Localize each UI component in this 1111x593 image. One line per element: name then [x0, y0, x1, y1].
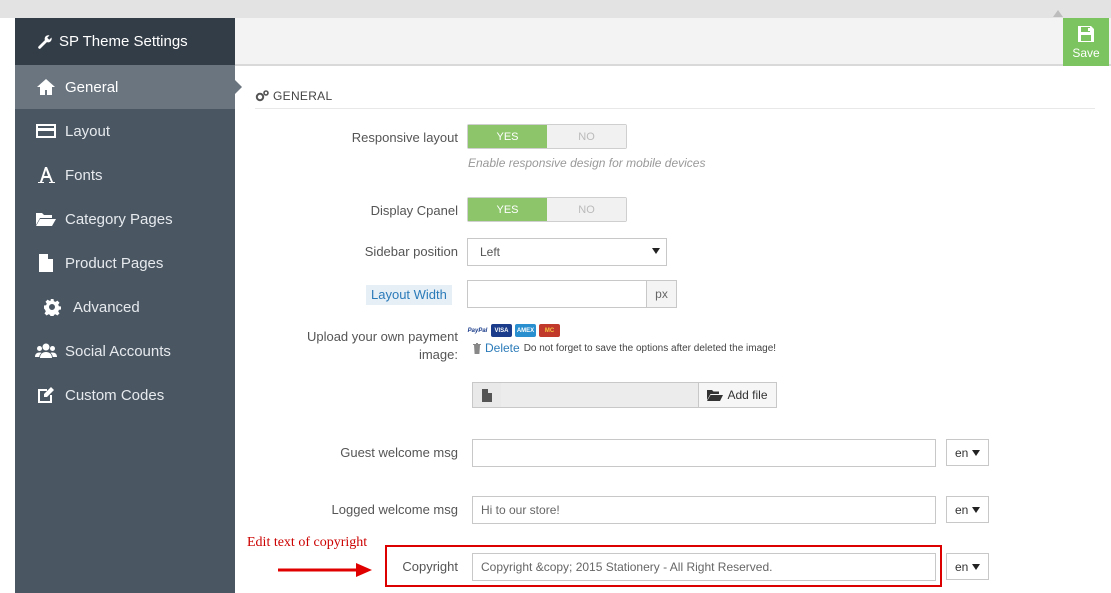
sidebar-item-label: Fonts [65, 166, 103, 184]
responsive-layout-label: Responsive layout [351, 130, 458, 145]
caret-down-icon [652, 248, 660, 254]
add-file-label: Add file [727, 388, 768, 402]
sidebar-item-general[interactable]: General [15, 65, 242, 109]
logged-welcome-label: Logged welcome msg [331, 502, 458, 517]
caret-down-icon [972, 449, 981, 456]
file-icon-box [472, 382, 502, 408]
display-cpanel-toggle[interactable]: YES NO [467, 197, 627, 222]
toggle-no[interactable]: NO [547, 125, 626, 148]
sidebar-item-advanced[interactable]: Advanced [15, 285, 235, 329]
responsive-layout-toggle[interactable]: YES NO [467, 124, 627, 149]
delete-note: Do not forget to save the options after … [523, 342, 777, 354]
logged-welcome-lang-select[interactable]: en [946, 496, 989, 523]
file-name-field[interactable] [501, 382, 699, 408]
layout-width-label: Layout Width [366, 285, 452, 305]
sidebar-item-label: General [65, 78, 119, 96]
logged-welcome-input[interactable]: Hi to our store! [472, 496, 936, 524]
payment-image-label-line1: Upload your own payment [306, 329, 458, 344]
toolbar: Save [235, 18, 1111, 66]
file-icon [482, 388, 492, 402]
save-button[interactable]: Save [1063, 18, 1109, 66]
sidebar-item-label: Custom Codes [65, 386, 165, 404]
mastercard-card: MC [539, 324, 560, 337]
toggle-yes[interactable]: YES [468, 125, 547, 148]
sidebar-item-label: Social Accounts [65, 342, 171, 360]
sidebar-position-value: Left [480, 245, 501, 259]
section-title: GENERAL [273, 89, 333, 103]
folder-open-icon [35, 209, 57, 229]
payment-cards-image: PayPal VISA AMEX MC [467, 324, 560, 337]
guest-welcome-lang-select[interactable]: en [946, 439, 989, 466]
amex-card: AMEX [515, 324, 536, 337]
payment-image-label: Upload your own payment image: [280, 328, 458, 364]
payment-image-label-line2: image: [418, 347, 458, 362]
sidebar-item-label: Category Pages [65, 210, 173, 228]
trash-icon [473, 343, 481, 354]
guest-welcome-input[interactable] [472, 439, 936, 467]
guest-welcome-label: Guest welcome msg [340, 445, 458, 460]
font-a-icon [35, 165, 57, 185]
layout-width-input[interactable] [467, 280, 647, 308]
folder-open-icon [707, 390, 724, 401]
annotation-highlight-box [385, 545, 942, 587]
sidebar-item-label: Product Pages [65, 254, 164, 272]
add-file-button[interactable]: Add file [698, 382, 777, 408]
toggle-yes[interactable]: YES [468, 198, 547, 221]
section-header: GENERAL [255, 84, 1095, 109]
sidebar-item-fonts[interactable]: Fonts [15, 153, 235, 197]
cogs-icon [255, 90, 269, 102]
gear-icon [41, 297, 63, 317]
home-icon [35, 77, 57, 97]
delete-row: Delete Do not forget to save the options… [472, 341, 776, 355]
toggle-no[interactable]: NO [547, 198, 626, 221]
sidebar: SP Theme Settings General Layout Fonts C… [15, 18, 242, 593]
sidebar-title: SP Theme Settings [15, 18, 235, 65]
sidebar-item-layout[interactable]: Layout [15, 109, 235, 153]
lang-value: en [955, 502, 969, 517]
lang-value: en [955, 445, 969, 460]
lang-value: en [955, 559, 969, 574]
sidebar-item-social-accounts[interactable]: Social Accounts [15, 329, 235, 373]
caret-down-icon [972, 506, 981, 513]
visa-card: VISA [491, 324, 512, 337]
copyright-lang-select[interactable]: en [946, 553, 989, 580]
users-icon [35, 341, 57, 361]
sidebar-position-select[interactable]: Left [467, 238, 667, 266]
sidebar-item-category-pages[interactable]: Category Pages [15, 197, 235, 241]
px-addon: px [646, 280, 677, 308]
sidebar-item-product-pages[interactable]: Product Pages [15, 241, 235, 285]
file-text-icon [35, 253, 57, 273]
sidebar-item-custom-codes[interactable]: Custom Codes [15, 373, 235, 417]
paypal-card: PayPal [467, 324, 488, 337]
chevron-up-icon [1053, 10, 1063, 17]
layout-card-icon [35, 121, 57, 141]
sidebar-item-label: Advanced [73, 298, 140, 316]
display-cpanel-label: Display Cpanel [370, 203, 458, 218]
sidebar-position-label: Sidebar position [364, 244, 458, 259]
save-label: Save [1072, 45, 1100, 60]
sidebar-item-label: Layout [65, 122, 111, 140]
responsive-help-text: Enable responsive design for mobile devi… [468, 156, 706, 170]
annotation-arrow-icon [278, 563, 372, 577]
caret-down-icon [972, 563, 981, 570]
top-strip [0, 0, 1111, 18]
delete-link[interactable]: Delete [485, 341, 520, 355]
floppy-disk-icon [1078, 25, 1094, 42]
annotation-text: Edit text of copyright [247, 535, 368, 550]
wrench-icon [37, 34, 53, 50]
sidebar-title-text: SP Theme Settings [59, 33, 188, 50]
edit-icon [35, 385, 57, 405]
